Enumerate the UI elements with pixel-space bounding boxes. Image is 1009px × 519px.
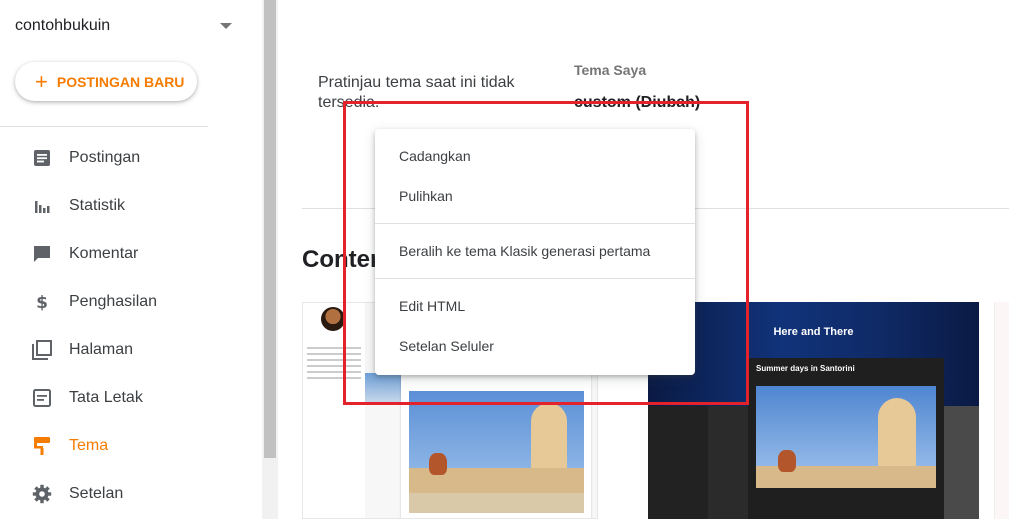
menu-item-switch-classic[interactable]: Beralih ke tema Klasik generasi pertama [375, 231, 695, 271]
svg-text:$: $ [36, 293, 48, 312]
theme-thumbnail-dark[interactable]: Here and There Summer days in Santorini [648, 302, 979, 519]
thumbnail-post-card: Summer days in Santorini [748, 358, 944, 519]
pot-shape [778, 450, 796, 472]
blog-name: contohbukuin [15, 17, 111, 34]
dollar-icon: $ [32, 292, 52, 312]
sidebar-item-label: Penghasilan [69, 293, 158, 310]
sidebar-item-penghasilan[interactable]: $ Penghasilan [0, 278, 262, 326]
sidebar-item-setelan[interactable]: Setelan [0, 470, 262, 518]
posts-icon [32, 148, 52, 168]
thumbnail-post-card [401, 373, 591, 518]
sidebar-item-label: Komentar [69, 245, 139, 262]
current-theme-name: custom (Diubah) [574, 94, 701, 111]
preview-unavailable-text: Pratinjau tema saat ini tidak tersedia. [318, 74, 515, 111]
sidebar-item-tema[interactable]: Tema [0, 422, 262, 470]
sidebar-divider [0, 126, 208, 127]
layout-icon [32, 388, 52, 408]
pages-icon [32, 340, 52, 360]
ground-shape [409, 493, 584, 513]
sidebar-item-label: Tata Letak [69, 389, 143, 406]
sidebar-item-label: Tema [69, 437, 109, 454]
my-theme-label: Tema Saya [574, 62, 647, 78]
avatar [321, 307, 345, 331]
sidebar-item-tata-letak[interactable]: Tata Letak [0, 374, 262, 422]
new-post-button[interactable]: + POSTINGAN BARU [15, 62, 197, 101]
menu-item-mobile-settings[interactable]: Setelan Seluler [375, 326, 695, 366]
sidebar-scrollbar-thumb[interactable] [264, 0, 276, 458]
menu-item-restore[interactable]: Pulihkan [375, 176, 695, 216]
pot-shape [429, 453, 447, 475]
stats-icon [32, 196, 52, 216]
sidebar-nav: Postingan Statistik Komentar $ Penghasil… [0, 134, 262, 518]
sidebar-item-label: Halaman [69, 341, 134, 358]
plus-icon: + [35, 68, 48, 94]
new-post-label: POSTINGAN BARU [56, 73, 185, 90]
menu-item-backup[interactable]: Cadangkan [375, 136, 695, 176]
thumbnail-post-title: Summer days in Santorini [756, 364, 855, 373]
sidebar-item-label: Postingan [69, 149, 141, 166]
thumbnail-right-panel [944, 406, 979, 519]
thumbnail-sidebar [648, 406, 708, 519]
sidebar-item-postingan[interactable]: Postingan [0, 134, 262, 182]
menu-item-edit-html[interactable]: Edit HTML [375, 286, 695, 326]
gear-icon [32, 484, 52, 504]
comment-icon [32, 244, 52, 264]
dropdown-caret-icon[interactable] [220, 23, 232, 29]
sidebar-item-statistik[interactable]: Statistik [0, 182, 262, 230]
sidebar: contohbukuin + POSTINGAN BARU Postingan … [0, 0, 262, 519]
thumbnail-blog-title: Here and There [773, 326, 854, 338]
theme-options-menu: Cadangkan Pulihkan Beralih ke tema Klasi… [375, 129, 695, 375]
sidebar-item-label: Statistik [69, 197, 126, 214]
theme-thumbnail-partial[interactable] [994, 302, 1009, 519]
menu-divider [375, 223, 695, 224]
blogger-theme-page: contohbukuin + POSTINGAN BARU Postingan … [0, 0, 1009, 519]
menu-divider [375, 278, 695, 279]
thumbnail-background [365, 373, 401, 403]
blog-selector[interactable]: contohbukuin [15, 14, 240, 38]
sidebar-item-label: Setelan [69, 485, 124, 502]
sidebar-item-halaman[interactable]: Halaman [0, 326, 262, 374]
thumbnail-text-lines [307, 347, 361, 383]
thumbnail-sidebar [303, 303, 365, 518]
theme-paint-roller-icon [32, 436, 52, 456]
sidebar-item-komentar[interactable]: Komentar [0, 230, 262, 278]
